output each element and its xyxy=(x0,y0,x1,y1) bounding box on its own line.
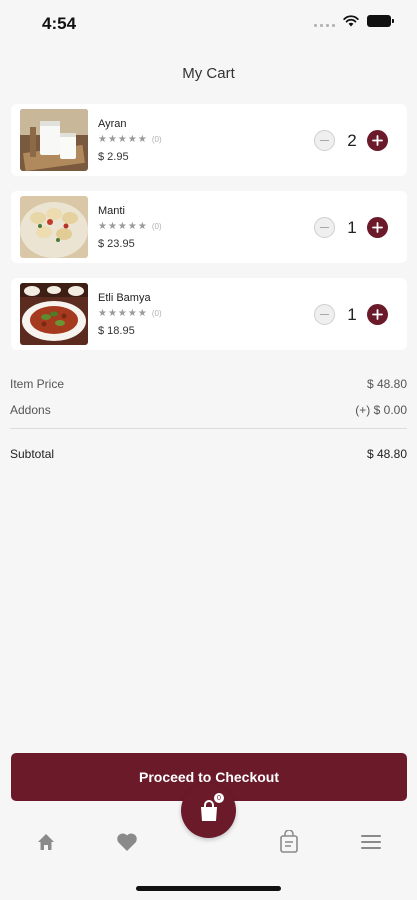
plus-icon xyxy=(372,309,383,320)
rating-stars: ★★★★★ (0) xyxy=(98,134,162,145)
manti-dumplings-image xyxy=(20,196,88,258)
cart-list: Ayran ★★★★★ (0) $ 2.95 2 Manti ★★★★★ (0)… xyxy=(11,104,407,365)
item-name: Etli Bamya xyxy=(98,292,151,304)
decrease-quantity-button[interactable] xyxy=(314,217,335,238)
quantity-value: 1 xyxy=(347,218,357,237)
review-count: (0) xyxy=(151,222,162,231)
status-time: 4:54 xyxy=(42,14,77,33)
subtotal-label: Subtotal xyxy=(10,447,55,461)
item-price: $ 2.95 xyxy=(98,151,129,163)
decrease-quantity-button[interactable] xyxy=(314,130,335,151)
item-price-row: Item Price $ 48.80 xyxy=(10,375,407,393)
subtotal-value: $ 48.80 xyxy=(366,447,407,461)
heart-icon[interactable] xyxy=(115,830,139,854)
orders-icon[interactable] xyxy=(277,830,301,854)
addons-label: Addons xyxy=(10,403,51,417)
quantity-value: 2 xyxy=(347,131,357,150)
cart-item[interactable]: Manti ★★★★★ (0) $ 23.95 1 xyxy=(11,191,407,263)
rating-stars: ★★★★★ (0) xyxy=(98,221,162,232)
price-summary: Item Price $ 48.80 Addons (+) $ 0.00 Sub… xyxy=(10,375,407,471)
review-count: (0) xyxy=(151,135,162,144)
star-icons: ★★★★★ xyxy=(98,134,148,145)
decrease-quantity-button[interactable] xyxy=(314,304,335,325)
item-name: Manti xyxy=(98,205,125,217)
divider xyxy=(10,428,407,429)
review-count: (0) xyxy=(151,309,162,318)
home-indicator xyxy=(136,886,281,891)
increase-quantity-button[interactable] xyxy=(367,217,388,238)
item-name: Ayran xyxy=(98,118,127,130)
etli-bamya-stew-image xyxy=(20,283,88,345)
plus-icon xyxy=(372,222,383,233)
cart-bag-icon[interactable] xyxy=(181,783,236,838)
rating-stars: ★★★★★ (0) xyxy=(98,308,162,319)
item-price: $ 18.95 xyxy=(98,325,135,337)
battery-icon xyxy=(367,15,394,27)
page-title: My Cart xyxy=(182,64,235,82)
item-price: $ 23.95 xyxy=(98,238,135,250)
subtotal-row: Subtotal $ 48.80 xyxy=(10,445,407,463)
star-icons: ★★★★★ xyxy=(98,221,148,232)
minus-icon xyxy=(320,139,329,142)
wifi-icon xyxy=(343,15,359,27)
star-icons: ★★★★★ xyxy=(98,308,148,319)
item-price-value: $ 48.80 xyxy=(366,377,407,391)
minus-icon xyxy=(320,226,329,229)
status-bar: 4:54 xyxy=(0,0,417,48)
increase-quantity-button[interactable] xyxy=(367,130,388,151)
ayran-drink-image xyxy=(20,109,88,171)
cart-item[interactable]: Etli Bamya ★★★★★ (0) $ 18.95 1 xyxy=(11,278,407,350)
menu-icon[interactable] xyxy=(359,830,383,854)
cart-badge: 0 xyxy=(213,792,225,804)
item-price-label: Item Price xyxy=(10,377,65,391)
header: My Cart xyxy=(0,48,417,98)
home-icon[interactable] xyxy=(34,830,58,854)
status-icons xyxy=(314,15,394,27)
signal-icon xyxy=(314,15,335,27)
addons-value: (+) $ 0.00 xyxy=(355,403,407,417)
addons-row: Addons (+) $ 0.00 xyxy=(10,401,407,419)
minus-icon xyxy=(320,313,329,316)
quantity-value: 1 xyxy=(347,305,357,324)
cart-item[interactable]: Ayran ★★★★★ (0) $ 2.95 2 xyxy=(11,104,407,176)
increase-quantity-button[interactable] xyxy=(367,304,388,325)
plus-icon xyxy=(372,135,383,146)
